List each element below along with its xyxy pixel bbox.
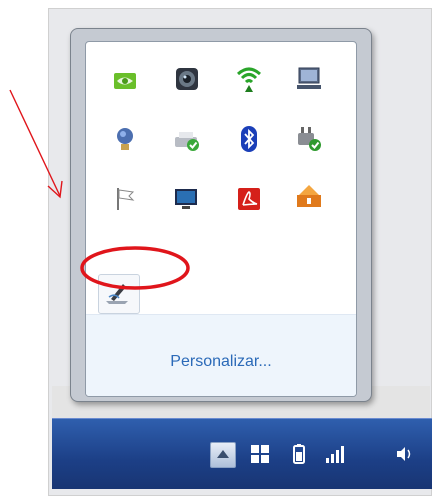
show-hidden-icons-button[interactable] — [210, 442, 236, 468]
power-plug-icon[interactable] — [294, 124, 324, 154]
network-monitor-icon[interactable] — [172, 184, 202, 214]
update-icon[interactable] — [294, 182, 324, 212]
taskbar — [52, 418, 432, 489]
signal-icon[interactable] — [322, 443, 344, 465]
nvidia-icon[interactable] — [110, 66, 140, 96]
volume-icon[interactable] — [394, 443, 416, 465]
battery-icon[interactable] — [288, 443, 310, 465]
webcam-icon[interactable] — [172, 64, 202, 94]
customize-link[interactable]: Personalizar... — [86, 353, 356, 371]
windows-icon[interactable] — [249, 443, 271, 465]
popup-footer: Personalizar... — [86, 314, 356, 396]
caret-up-icon — [217, 450, 229, 458]
action-center-flag-icon[interactable] — [110, 184, 140, 214]
notification-overflow-popup: Personalizar... — [70, 28, 372, 402]
pen-tablet-icon[interactable] — [102, 278, 132, 308]
lightbulb-icon[interactable] — [110, 124, 140, 154]
printer-check-icon[interactable] — [172, 126, 202, 156]
laptop-display-icon[interactable] — [294, 64, 324, 94]
tray-icon-panel: Personalizar... — [85, 41, 357, 397]
bluetooth-icon[interactable] — [234, 124, 264, 154]
acrobat-icon[interactable] — [234, 184, 264, 214]
wifi-icon[interactable] — [234, 64, 264, 94]
